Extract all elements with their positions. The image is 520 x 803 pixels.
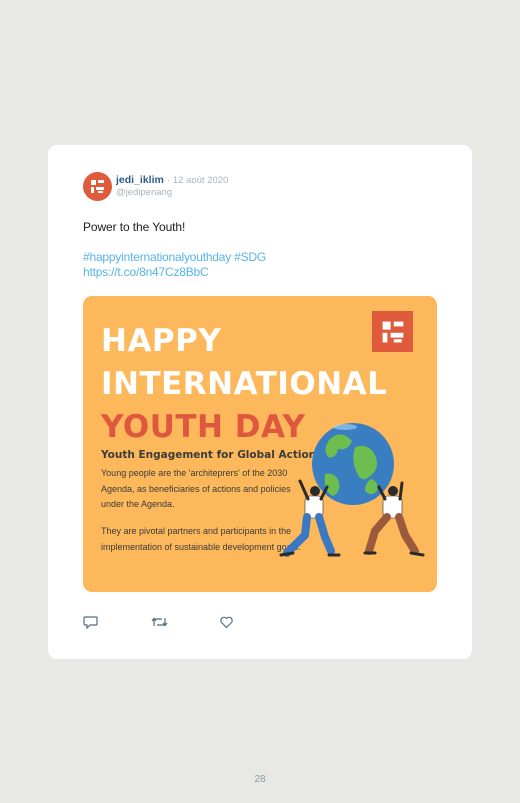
headline-international: INTERNATIONAL [101, 366, 388, 402]
tweet-date[interactable]: 12 août 2020 [173, 175, 228, 186]
media-paragraph-2: They are pivotal partners and participan… [101, 526, 301, 552]
reply-button[interactable] [83, 614, 151, 630]
tweet-link[interactable]: https://t.co/8n47Cz8BbC [83, 265, 209, 279]
jedi-logo-icon [382, 321, 403, 342]
username[interactable]: jedi_iklim [116, 174, 164, 186]
media-paragraph-1: Young people are the 'architeprers' of t… [101, 468, 291, 509]
tweet-media-image[interactable]: HAPPY INTERNATIONAL YOUTH DAY Youth Enga… [83, 296, 437, 592]
reply-icon [83, 616, 98, 629]
heart-icon [220, 616, 233, 629]
retweet-icon [151, 617, 168, 627]
avatar[interactable] [83, 172, 112, 201]
media-logo [372, 311, 413, 352]
tweet-actions [83, 614, 287, 630]
headline-happy: HAPPY [101, 323, 222, 359]
like-button[interactable] [219, 614, 287, 630]
page-number: 28 [254, 774, 266, 785]
retweet-button[interactable] [151, 614, 219, 630]
jedi-logo-icon [91, 180, 104, 193]
tweet-header: jedi_iklim · 12 août 2020 [116, 174, 228, 186]
globe-illustration [279, 423, 425, 557]
tweet-card: jedi_iklim · 12 août 2020 @jedipenang Po… [48, 145, 472, 659]
tweet-text: Power to the Youth! [83, 220, 186, 234]
separator: · [166, 175, 170, 186]
tweet-hashtags[interactable]: #happyinternationalyouthday #SDG [83, 250, 266, 264]
user-handle[interactable]: @jedipenang [116, 187, 172, 198]
